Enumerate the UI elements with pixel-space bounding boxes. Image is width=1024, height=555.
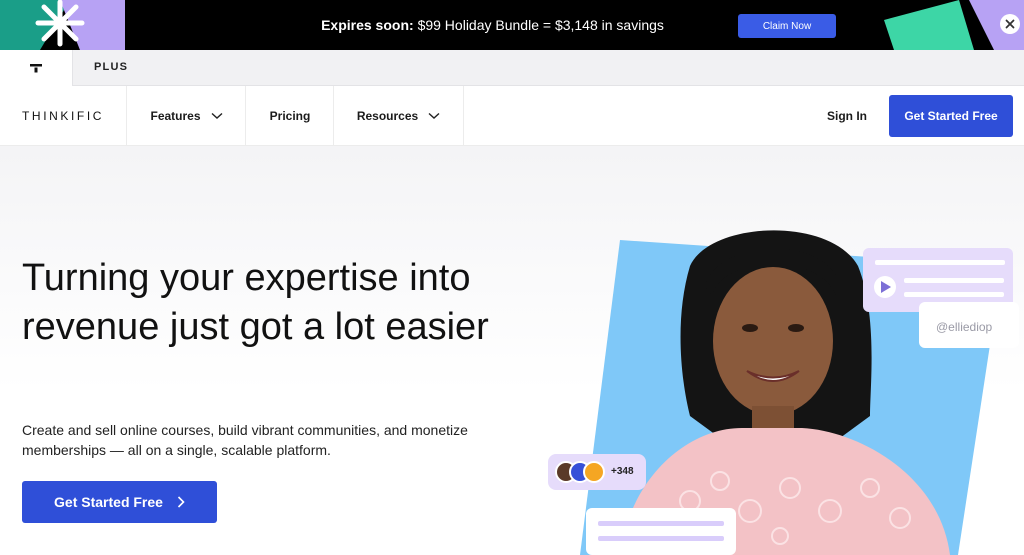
nav-pricing-label: Pricing	[269, 109, 311, 123]
nav-features-label: Features	[150, 109, 201, 123]
product-tab-bar: PLUS	[0, 50, 1024, 86]
nav-resources[interactable]: Resources	[333, 86, 464, 146]
hero-section: Turning your expertise into revenue just…	[0, 146, 1024, 555]
nav-resources-label: Resources	[356, 109, 419, 123]
member-count-badge: +348	[611, 466, 634, 477]
hero-illustration	[548, 230, 1019, 555]
hero-get-started-button[interactable]: Get Started Free	[22, 481, 217, 523]
tab-plus[interactable]: PLUS	[94, 61, 128, 73]
chevron-down-icon	[428, 112, 440, 119]
hero-subtitle: Create and sell online courses, build vi…	[22, 422, 468, 458]
chevron-right-icon	[177, 496, 185, 508]
claim-now-button[interactable]: Claim Now	[738, 14, 836, 38]
hero-title: Turning your expertise into revenue just…	[22, 257, 489, 348]
promo-expires-label: Expires soon:	[321, 17, 414, 33]
nav-pricing[interactable]: Pricing	[245, 86, 334, 146]
sign-in-link[interactable]: Sign In	[827, 109, 867, 123]
promo-offer-text: $99 Holiday Bundle = $3,148 in savings	[417, 17, 664, 33]
chevron-down-icon	[211, 112, 222, 119]
thinkific-t-icon	[30, 64, 42, 73]
nav-features[interactable]: Features	[126, 86, 246, 146]
promo-banner: Expires soon: $99 Holiday Bundle = $3,14…	[0, 0, 1024, 50]
thinkific-logo[interactable]: THINKIFIC	[22, 109, 104, 123]
hero-cta-label: Get Started Free	[54, 494, 163, 510]
tab-thinkific-home[interactable]	[0, 50, 73, 86]
main-navigation: THINKIFIC Features Pricing Resources Sig…	[0, 86, 1024, 146]
creator-handle: @elliediop	[936, 320, 993, 334]
close-banner-button[interactable]	[1000, 14, 1020, 34]
nav-get-started-button[interactable]: Get Started Free	[889, 95, 1013, 137]
close-icon	[1005, 19, 1015, 29]
